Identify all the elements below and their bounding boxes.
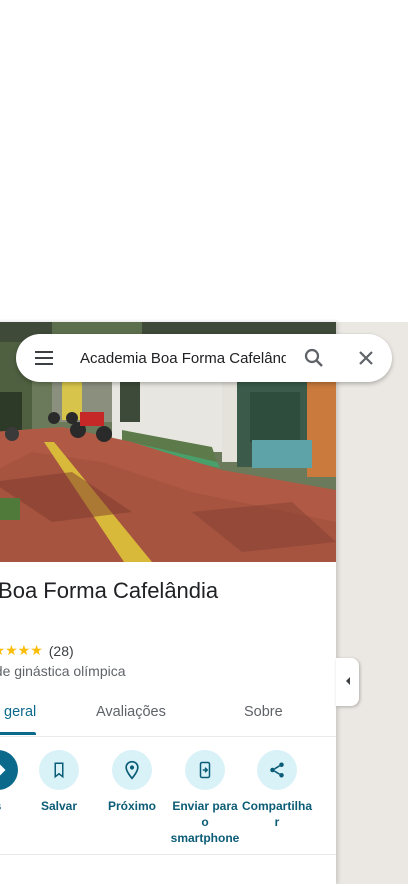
save-label: Salvar	[40, 799, 78, 813]
blank-area	[0, 0, 408, 322]
tab-active-indicator	[0, 732, 36, 735]
nearby-icon	[112, 750, 152, 790]
review-count[interactable]: (28)	[49, 643, 74, 659]
nearby-button[interactable]: Próximo	[92, 750, 172, 814]
share-button[interactable]: Compartilha r	[237, 750, 317, 830]
save-button[interactable]: Salvar	[19, 750, 99, 814]
send-to-phone-label: Enviar para o smartphone	[170, 799, 240, 845]
chevron-left-icon	[343, 673, 353, 691]
bookmark-icon	[39, 750, 79, 790]
rating-row[interactable]: ★★★★★ (28)	[0, 642, 74, 659]
tab-overview[interactable]: geral	[4, 692, 36, 734]
rating-stars: ★★★★★	[0, 642, 43, 658]
tab-about[interactable]: Sobre	[244, 692, 283, 734]
directions-icon	[0, 750, 18, 790]
share-label: Compartilha r	[241, 799, 312, 829]
search-box[interactable]	[16, 334, 392, 382]
tab-reviews[interactable]: Avaliações	[96, 692, 166, 734]
action-buttons: s Salvar Próximo Enviar para o smartphon…	[0, 746, 336, 856]
map-area[interactable]	[336, 322, 408, 884]
place-panel: demia Boa Forma Cafelândia á ★★★★★ (28) …	[0, 322, 336, 884]
place-tabs: geral Avaliações Sobre	[0, 692, 336, 737]
search-icon[interactable]	[302, 346, 326, 370]
nearby-label: Próximo	[107, 799, 156, 813]
send-to-phone-icon	[185, 750, 225, 790]
section-divider	[0, 854, 336, 855]
collapse-panel-button[interactable]	[336, 658, 359, 706]
menu-icon[interactable]	[32, 346, 56, 370]
place-title: demia Boa Forma Cafelândia á	[0, 578, 219, 603]
search-input[interactable]	[80, 348, 286, 368]
send-to-phone-button[interactable]: Enviar para o smartphone	[165, 750, 245, 846]
share-icon	[257, 750, 297, 790]
close-icon[interactable]	[354, 346, 378, 370]
place-category[interactable]: ia de ginástica olímpica	[0, 663, 126, 679]
